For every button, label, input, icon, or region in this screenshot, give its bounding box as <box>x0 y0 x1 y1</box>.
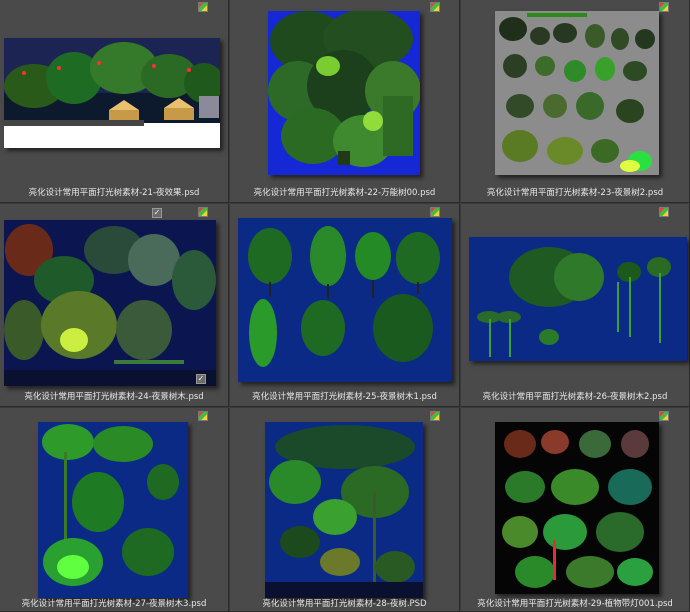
file-name[interactable]: 亮化设计常用平面打光树素材-29-植物带灯001.psd <box>461 597 689 609</box>
thumbnail-image[interactable] <box>265 422 423 598</box>
thumbnail-grid: 亮化设计常用平面打光树素材-21-夜效果.psd 亮化设计常用平面打光树素材-2… <box>0 0 690 612</box>
file-tile[interactable]: 亮化设计常用平面打光树素材-26-夜景树木2.psd <box>461 204 690 407</box>
tree-collage-illustration <box>268 11 420 175</box>
file-tile[interactable]: 亮化设计常用平面打光树素材-28-夜树.PSD <box>230 408 460 612</box>
thumbnail-image[interactable] <box>4 38 220 148</box>
tree-catalog-illustration <box>495 11 659 175</box>
checkbox-icon[interactable]: ✓ <box>152 208 162 218</box>
night-palms-illustration <box>265 422 423 598</box>
file-name[interactable]: 亮化设计常用平面打光树素材-23-夜景树2.psd <box>461 186 689 198</box>
photoshop-file-icon <box>430 411 440 421</box>
photoshop-file-icon <box>430 207 440 217</box>
file-tile[interactable]: 亮化设计常用平面打光树素材-23-夜景树2.psd <box>461 0 690 203</box>
file-tile[interactable]: 亮化设计常用平面打光树素材-27-夜景树木3.psd <box>0 408 229 612</box>
file-tile[interactable]: 亮化设计常用平面打光树素材-21-夜效果.psd <box>0 0 229 203</box>
file-name[interactable]: 亮化设计常用平面打光树素材-26-夜景树木2.psd <box>461 390 689 402</box>
photoshop-file-icon <box>659 207 669 217</box>
file-name[interactable]: 亮化设计常用平面打光树素材-25-夜景树木1.psd <box>230 390 459 402</box>
photoshop-file-icon <box>198 2 208 12</box>
thumbnail-image[interactable] <box>268 11 420 175</box>
photoshop-file-icon <box>430 2 440 12</box>
file-name[interactable]: 亮化设计常用平面打光树素材-22-万能树00.psd <box>230 186 459 198</box>
night-tree-set-illustration <box>238 218 452 382</box>
photoshop-file-icon <box>198 411 208 421</box>
thumbnail-image[interactable] <box>495 422 659 594</box>
thumbnail-image[interactable] <box>469 237 687 361</box>
night-scene-illustration <box>4 38 220 148</box>
file-tile[interactable]: 亮化设计常用平面打光树素材-25-夜景树木1.psd <box>230 204 460 407</box>
thumbnail-image[interactable] <box>4 220 216 386</box>
file-tile[interactable]: 亮化设计常用平面打光树素材-29-植物带灯001.psd <box>461 408 690 612</box>
night-trees-illustration <box>4 220 216 386</box>
checkbox-icon[interactable]: ✓ <box>196 374 206 384</box>
thumbnail-image[interactable] <box>38 422 188 598</box>
photoshop-file-icon <box>659 411 669 421</box>
thumbnail-image[interactable] <box>495 11 659 175</box>
lit-plants-illustration <box>495 422 659 594</box>
glowing-trees-illustration <box>38 422 188 598</box>
file-name[interactable]: 亮化设计常用平面打光树素材-21-夜效果.psd <box>0 186 228 198</box>
thumbnail-image[interactable] <box>238 218 452 382</box>
photoshop-file-icon <box>198 207 208 217</box>
file-tile[interactable]: ✓ ✓ 亮化设计常用平面打光树素材-24-夜景树木.psd <box>0 204 229 407</box>
file-name[interactable]: 亮化设计常用平面打光树素材-24-夜景树木.psd <box>0 390 228 402</box>
file-name[interactable]: 亮化设计常用平面打光树素材-28-夜树.PSD <box>230 597 459 609</box>
file-name[interactable]: 亮化设计常用平面打光树素材-27-夜景树木3.psd <box>0 597 228 609</box>
file-tile[interactable]: 亮化设计常用平面打光树素材-22-万能树00.psd <box>230 0 460 203</box>
photoshop-file-icon <box>659 2 669 12</box>
palm-trees-illustration <box>469 237 687 361</box>
